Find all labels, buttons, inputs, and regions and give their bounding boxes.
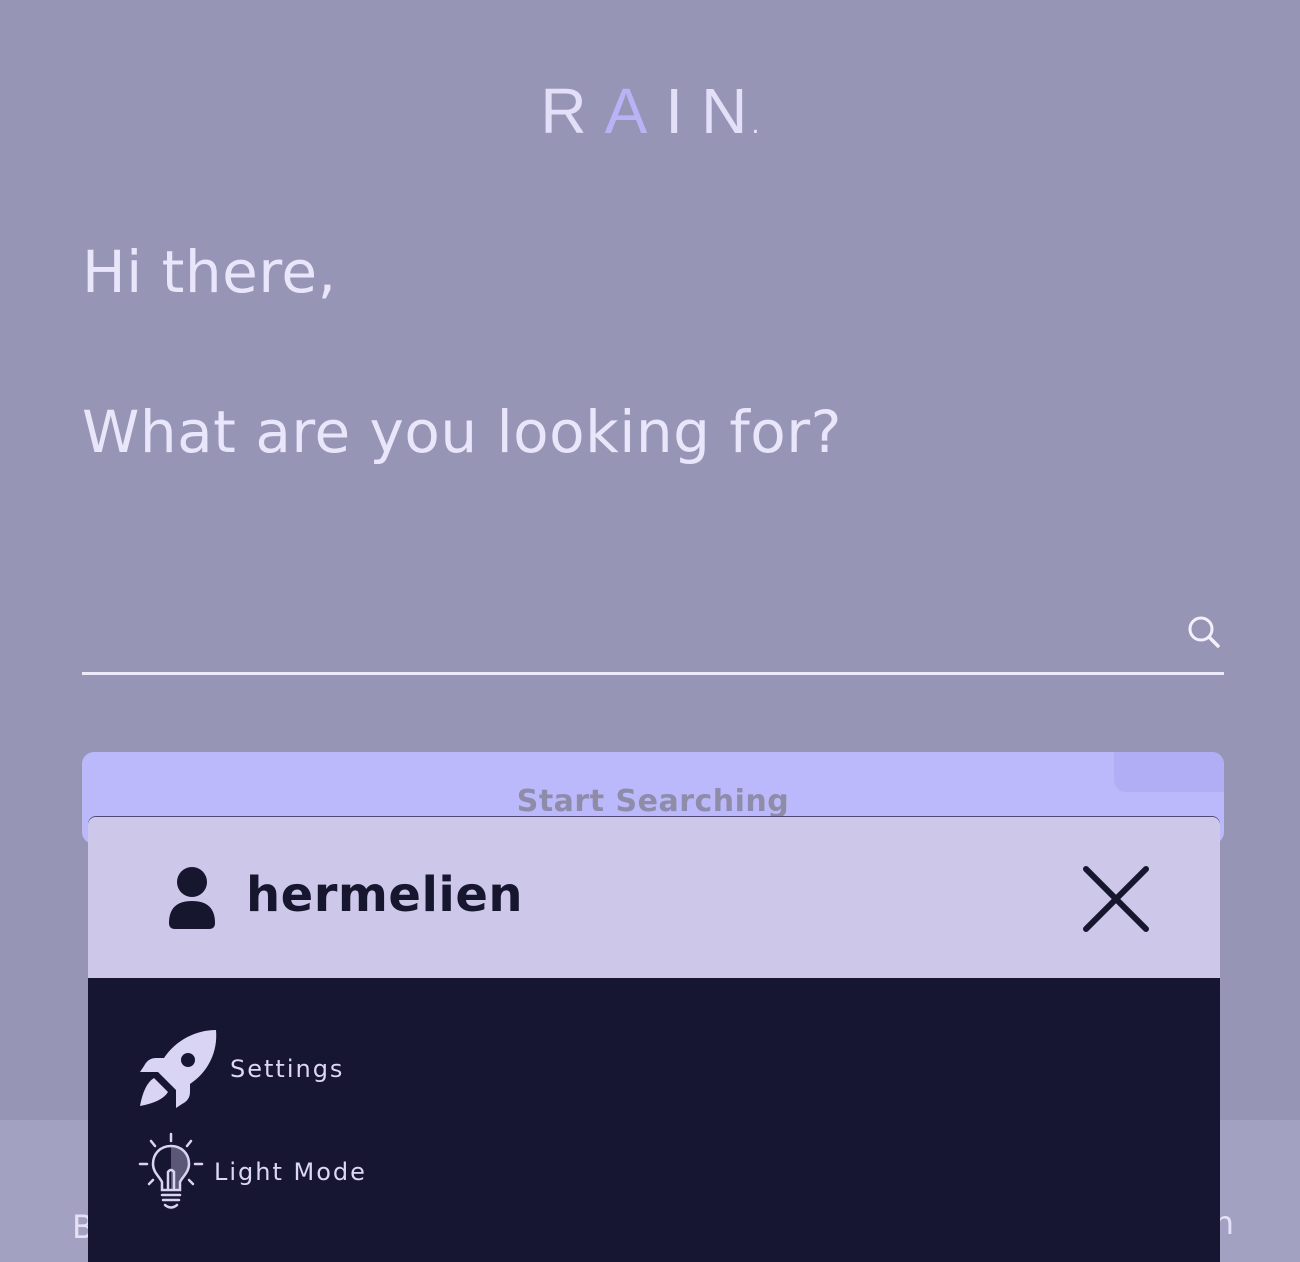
menu-item-light-mode[interactable]: Light Mode: [138, 1132, 367, 1212]
search-bar: [82, 600, 1224, 675]
logo-letter-a: A: [604, 75, 666, 147]
search-icon[interactable]: [1186, 614, 1222, 650]
menu-item-light-mode-label: Light Mode: [214, 1158, 367, 1186]
lightbulb-icon: [138, 1132, 204, 1209]
start-searching-label: Start Searching: [516, 784, 790, 819]
menu-item-settings-label: Settings: [230, 1055, 345, 1083]
close-icon: [1083, 866, 1149, 932]
close-button[interactable]: [1078, 861, 1154, 937]
user-icon: [169, 867, 215, 929]
logo-letter-i: I: [665, 75, 702, 147]
username-label: hermelien: [246, 867, 524, 923]
logo-letter-r: R: [540, 75, 605, 147]
rain-logo[interactable]: RAIN.: [0, 74, 1300, 148]
logo-dot: .: [751, 107, 760, 140]
menu-item-settings[interactable]: Settings: [138, 1028, 344, 1110]
user-menu-panel: hermelien Settings Light Mode: [88, 817, 1220, 1262]
rocket-icon: [140, 1030, 217, 1108]
home-page: RAIN. Hi there, What are you looking for…: [0, 0, 1300, 1262]
user-menu-header: hermelien: [88, 817, 1220, 978]
search-input[interactable]: [82, 600, 1146, 668]
greeting-heading: Hi there,: [82, 238, 337, 306]
search-prompt-heading: What are you looking for?: [82, 398, 842, 466]
user-menu-body: Settings Light Mode: [88, 978, 1220, 1262]
